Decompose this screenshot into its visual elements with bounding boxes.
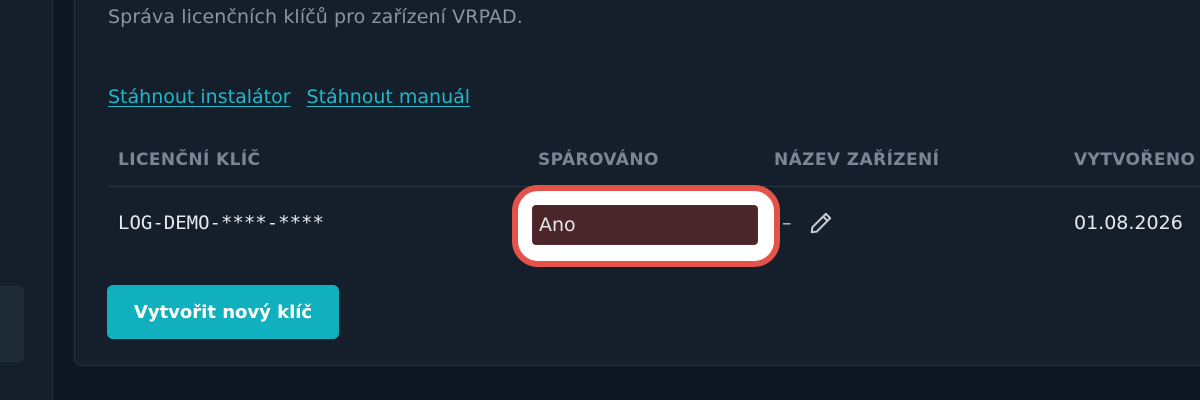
sidebar (0, 0, 53, 400)
header-paired: SPÁROVÁNO (538, 150, 659, 170)
sidebar-item[interactable] (0, 286, 24, 362)
create-key-button[interactable]: Vytvořit nový klíč (107, 285, 339, 339)
download-links: Stáhnout instalátor Stáhnout manuál (108, 86, 470, 108)
download-installer-link[interactable]: Stáhnout instalátor (108, 86, 291, 108)
download-manual-link[interactable]: Stáhnout manuál (307, 86, 471, 108)
created-date-cell: 01.08.2026 (1074, 212, 1183, 234)
pencil-icon[interactable] (808, 210, 834, 236)
license-key-cell: LOG-DEMO-****-**** (118, 212, 324, 234)
header-created: VYTVOŘENO (1074, 150, 1196, 170)
header-device-name: NÁZEV ZAŘÍZENÍ (774, 150, 940, 170)
device-name-cell: – (782, 212, 792, 234)
paired-field[interactable]: Ano (532, 205, 758, 245)
header-license-key: LICENČNÍ KLÍČ (118, 150, 261, 170)
page-subtitle: Správa licenčních klíčů pro zařízení VRP… (108, 6, 523, 28)
